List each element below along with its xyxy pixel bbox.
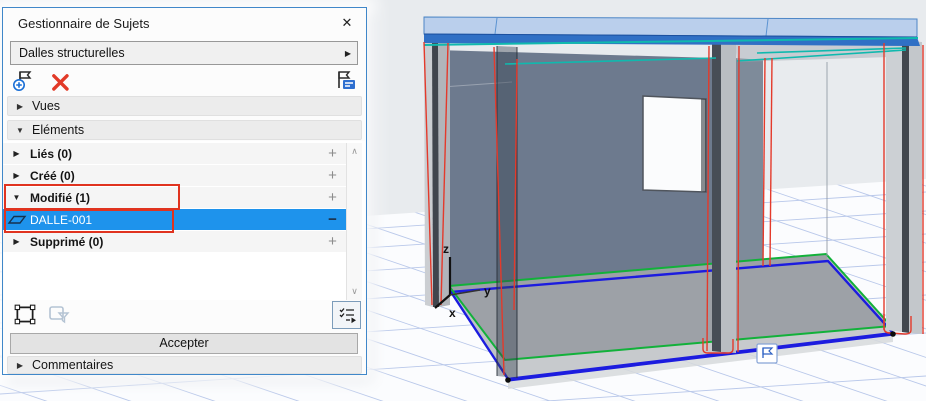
collapse-arrow-icon[interactable]: ▶ (8, 102, 32, 111)
scroll-up-icon[interactable]: ∧ (347, 146, 362, 157)
add-button[interactable]: + (319, 189, 346, 206)
topic-manager-panel: Gestionnaire de Sujets ✕ Dalles structur… (2, 7, 367, 375)
scroll-down-icon[interactable]: ∨ (347, 286, 362, 297)
section-elements[interactable]: ▼ Eléments (7, 120, 362, 140)
topic-marker-flag-icon[interactable] (756, 343, 778, 364)
section-label: Eléments (32, 123, 85, 137)
corner-node-front-left (505, 377, 511, 383)
axis-label-y: y (484, 284, 491, 298)
axis-label-x: x (449, 306, 456, 320)
add-button[interactable]: + (319, 167, 346, 184)
corner-node-front-right (890, 331, 896, 337)
collapse-arrow-icon[interactable]: ▶ (3, 237, 30, 246)
element-row-lies[interactable]: ▶ Liés (0) + (3, 143, 346, 164)
list-scrollbar[interactable]: ∧ ∨ (346, 143, 362, 300)
axis-label-z: z (443, 242, 449, 256)
checklist-icon (339, 308, 356, 324)
near-corner-column (497, 46, 517, 378)
add-button[interactable]: + (319, 145, 346, 162)
combo-arrow-icon: ▶ (344, 48, 351, 58)
collapse-arrow-icon[interactable]: ▶ (3, 149, 30, 158)
topic-selector[interactable]: Dalles structurelles ▶ (10, 41, 358, 65)
section-vues[interactable]: ▶ Vues (7, 96, 362, 116)
collapse-arrow-icon[interactable]: ▶ (3, 171, 30, 180)
app-root: z y x Gestionnaire de Sujets ✕ Dalles st… (0, 0, 926, 401)
close-icon[interactable]: ✕ (337, 13, 357, 33)
marquee-selection-icon[interactable] (13, 303, 37, 327)
topic-list-view-button[interactable] (332, 301, 361, 329)
element-row-cree[interactable]: ▶ Créé (0) + (3, 165, 346, 186)
remove-button[interactable]: − (319, 211, 346, 228)
section-label: Commentaires (32, 358, 114, 372)
section-label: Vues (32, 99, 61, 113)
row-label: Supprimé (0) (30, 234, 104, 249)
row-label: Liés (0) (30, 146, 73, 161)
expand-arrow-icon[interactable]: ▼ (8, 126, 32, 135)
collapse-arrow-icon[interactable]: ▶ (8, 361, 32, 370)
panel-title: Gestionnaire de Sujets (18, 16, 150, 31)
bottom-toolbar (3, 300, 366, 331)
window-opening (642, 95, 707, 193)
topic-toolbar (12, 68, 357, 94)
row-label: Créé (0) (30, 168, 75, 183)
annotation-highlight-dalle (4, 209, 174, 233)
delete-topic-x-icon[interactable] (49, 71, 73, 95)
filter-elements-icon[interactable] (47, 303, 71, 327)
annotation-highlight-modified (4, 184, 180, 210)
topic-selector-value: Dalles structurelles (19, 46, 125, 60)
section-commentaires[interactable]: ▶ Commentaires (7, 356, 362, 374)
element-row-supprime[interactable]: ▶ Supprimé (0) + (3, 231, 346, 252)
new-topic-flag-add-icon[interactable] (12, 68, 36, 92)
accept-button[interactable]: Accepter (10, 333, 358, 354)
add-button[interactable]: + (319, 233, 346, 250)
topic-details-flag-list-icon[interactable] (333, 68, 357, 92)
